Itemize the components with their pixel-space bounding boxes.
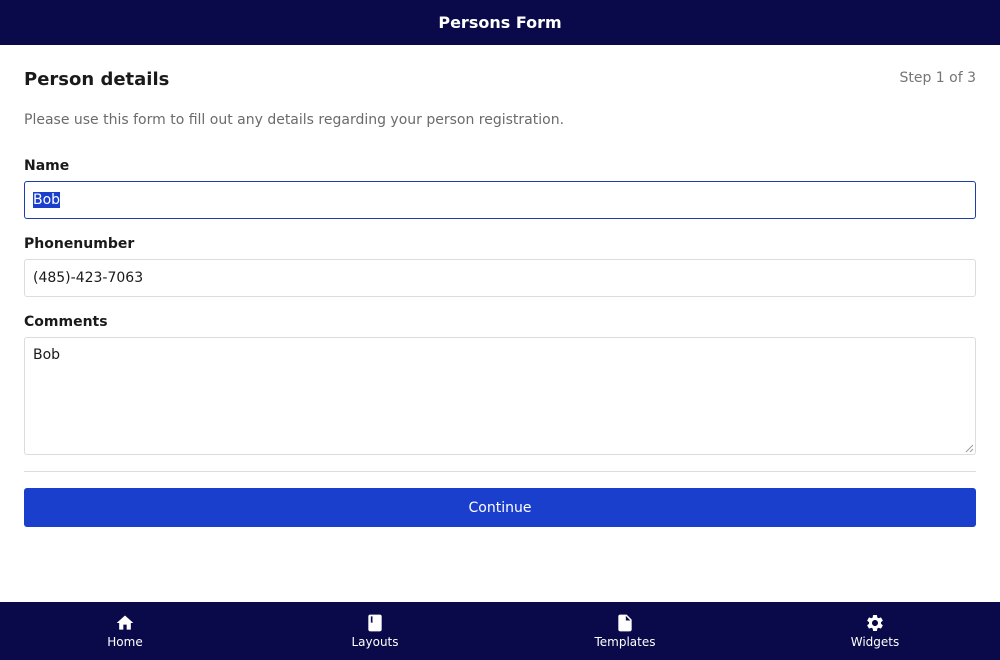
nav-label-templates: Templates xyxy=(594,635,656,649)
page-title: Person details xyxy=(24,69,170,90)
form-description: Please use this form to fill out any det… xyxy=(24,112,565,128)
nav-item-templates[interactable]: Templates xyxy=(500,602,750,660)
book-icon xyxy=(365,613,385,633)
form-divider xyxy=(24,471,976,472)
name-label: Name xyxy=(24,158,70,174)
home-icon xyxy=(115,613,135,633)
top-app-bar: Persons Form xyxy=(0,0,1000,45)
comments-field-value: Bob xyxy=(33,347,61,363)
comments-label: Comments xyxy=(24,314,108,330)
nav-label-layouts: Layouts xyxy=(351,635,399,649)
continue-button-label: Continue xyxy=(468,499,532,516)
nav-item-widgets[interactable]: Widgets xyxy=(750,602,1000,660)
nav-label-widgets: Widgets xyxy=(850,635,900,649)
gear-icon xyxy=(865,613,885,633)
phone-field-value: (485)-423-7063 xyxy=(33,270,144,286)
continue-button[interactable]: Continue xyxy=(24,488,976,527)
bottom-navigation: Home Layouts Templates Widgets xyxy=(0,602,1000,660)
file-icon xyxy=(615,613,635,633)
nav-label-home: Home xyxy=(107,635,143,649)
app-title: Persons Form xyxy=(438,13,562,32)
name-field[interactable]: Bob xyxy=(24,181,976,219)
form-container: Person details Step 1 of 3 Please use th… xyxy=(24,45,976,527)
resize-handle-icon[interactable] xyxy=(964,443,974,453)
nav-item-layouts[interactable]: Layouts xyxy=(250,602,500,660)
form-header: Person details Step 1 of 3 xyxy=(24,45,976,105)
phone-label: Phonenumber xyxy=(24,236,135,252)
nav-item-home[interactable]: Home xyxy=(0,602,250,660)
name-field-value: Bob xyxy=(33,192,61,208)
phone-field[interactable]: (485)-423-7063 xyxy=(24,259,976,297)
comments-field[interactable]: Bob xyxy=(24,337,976,455)
app-root: Persons Form Person details Step 1 of 3 … xyxy=(0,0,1000,660)
step-indicator: Step 1 of 3 xyxy=(899,70,976,86)
